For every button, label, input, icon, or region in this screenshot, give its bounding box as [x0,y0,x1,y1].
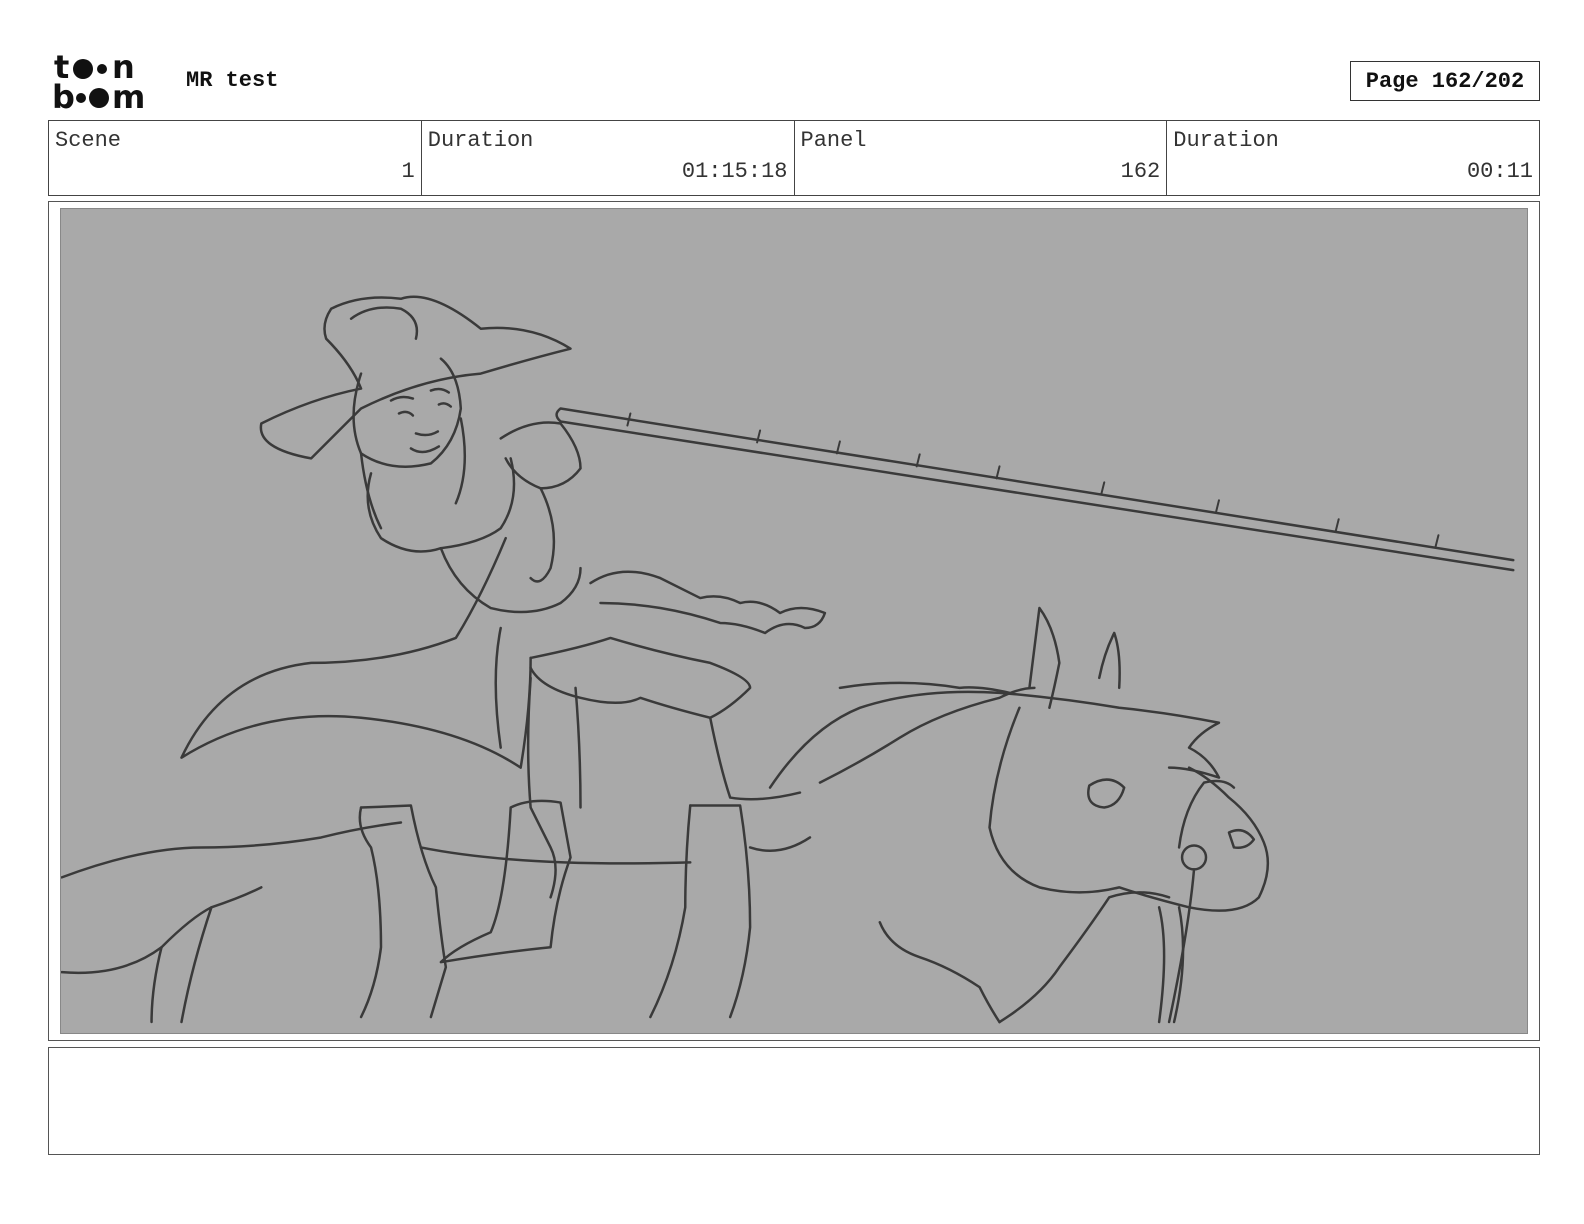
scene-value: 1 [401,159,415,184]
panel-value: 162 [1120,159,1161,184]
panel-duration-value: 00:11 [1466,159,1533,184]
horse-body [61,821,403,975]
panel-cell: Panel 162 [795,121,1168,195]
panel-label: Panel [800,128,867,153]
boot [439,799,572,964]
panel-notes-box [48,1047,1540,1155]
scene-duration-label: Duration [427,128,534,153]
scene-duration-cell: Duration 01:15:18 [422,121,795,195]
panel-duration-cell: Duration 00:11 [1167,121,1539,195]
project-title: MR test [186,68,279,93]
torso [366,457,516,553]
scene-cell: Scene 1 [49,121,422,195]
leg [529,636,752,720]
lance [555,407,1515,572]
panel-duration-label: Duration [1173,128,1279,153]
scene-label: Scene [55,128,122,153]
svg-text:b: b [52,78,75,112]
rider-sketch [61,295,1515,1024]
page-number: Page 162/202 [1350,61,1540,101]
cape [180,536,532,769]
scene-duration-value: 01:15:18 [681,159,788,184]
horse-head [988,706,1270,912]
svg-text:m: m [112,78,145,112]
panel-info-table: Scene 1 Duration 01:15:18 Panel 162 Dura… [48,120,1540,196]
storyboard-panel-image [60,208,1528,1034]
toon-boom-logo: t n b m [52,52,145,112]
scarf [589,570,827,635]
